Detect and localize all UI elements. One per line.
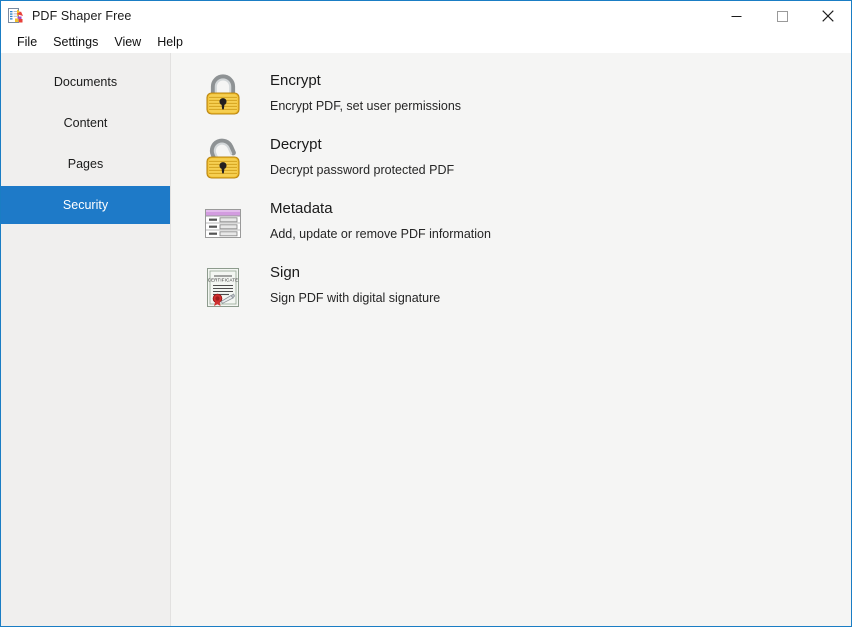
action-metadata-text: Metadata Add, update or remove PDF infor… [270,197,491,242]
action-encrypt-text: Encrypt Encrypt PDF, set user permission… [270,69,461,114]
metadata-table-icon [199,199,247,247]
menu-item-help[interactable]: Help [149,33,191,52]
app-window: PDF Shaper Free File Settings View Help … [0,0,852,627]
minimize-icon [731,15,741,17]
sidebar-item-documents[interactable]: Documents [1,63,170,101]
action-sign-text: Sign Sign PDF with digital signature [270,261,440,306]
svg-text:CERTIFICATE: CERTIFICATE [208,278,239,283]
sidebar-item-content[interactable]: Content [1,104,170,142]
action-sign[interactable]: CERTIFICATE Sign Sign PDF with digital s… [171,253,851,317]
window-title: PDF Shaper Free [32,9,132,23]
action-decrypt[interactable]: Decrypt Decrypt password protected PDF [171,125,851,189]
menu-item-file[interactable]: File [9,33,45,52]
action-decrypt-title: Decrypt [270,136,322,153]
content-area: Encrypt Encrypt PDF, set user permission… [171,53,851,626]
action-metadata-description: Add, update or remove PDF information [270,227,491,241]
action-sign-description: Sign PDF with digital signature [270,291,441,305]
window-controls [713,1,851,31]
action-metadata[interactable]: Metadata Add, update or remove PDF infor… [171,189,851,253]
minimize-button[interactable] [713,1,759,31]
action-encrypt[interactable]: Encrypt Encrypt PDF, set user permission… [171,61,851,125]
action-metadata-title: Metadata [270,200,333,217]
menu-item-view[interactable]: View [106,33,149,52]
maximize-icon [776,10,788,22]
action-decrypt-text: Decrypt Decrypt password protected PDF [270,133,454,178]
action-decrypt-description: Decrypt password protected PDF [270,163,455,177]
menu-item-settings[interactable]: Settings [45,33,106,52]
open-padlock-icon [199,135,247,183]
pdf-shaper-app-icon [8,8,24,24]
close-icon [822,10,834,22]
action-encrypt-description: Encrypt PDF, set user permissions [270,99,462,113]
action-sign-title: Sign [270,264,301,281]
title-bar: PDF Shaper Free [1,1,851,31]
closed-padlock-icon [199,71,247,119]
sidebar: Documents Content Pages Security [1,53,171,626]
sidebar-item-security[interactable]: Security [1,186,170,224]
action-encrypt-title: Encrypt [270,72,321,89]
certificate-signature-icon: CERTIFICATE [199,263,247,311]
sidebar-item-pages[interactable]: Pages [1,145,170,183]
maximize-button[interactable] [759,1,805,31]
menu-bar: File Settings View Help [1,31,851,53]
body-area: Documents Content Pages Security Encrypt… [1,53,851,626]
close-button[interactable] [805,1,851,31]
